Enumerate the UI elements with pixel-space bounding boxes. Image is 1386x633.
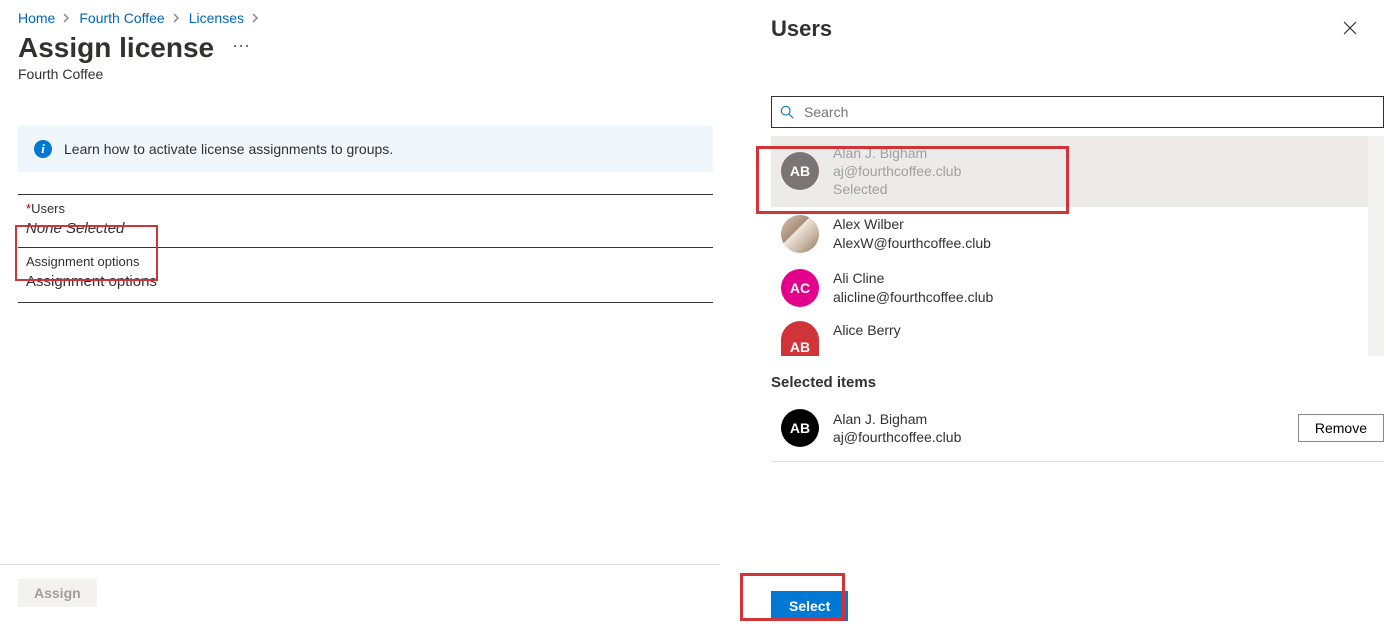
user-info: Ali Cline alicline@fourthcoffee.club	[833, 269, 993, 305]
close-button[interactable]	[1338, 16, 1362, 40]
search-icon	[780, 105, 794, 119]
avatar	[781, 215, 819, 253]
assignment-options-label: Assignment options	[26, 254, 705, 269]
info-icon: i	[34, 140, 52, 158]
user-row[interactable]: AB Alan J. Bigham aj@fourthcoffee.club S…	[771, 136, 1368, 207]
scroll-up-button[interactable]: ▲	[1368, 136, 1384, 152]
scroll-down-button[interactable]: ▼	[1368, 340, 1384, 356]
form-fields: *Users None Selected Assignment options …	[18, 194, 713, 303]
user-name: Alan J. Bigham	[833, 144, 961, 162]
user-name: Alice Berry	[833, 321, 901, 339]
avatar: AB	[781, 321, 819, 356]
users-field-label: *Users	[26, 201, 705, 216]
users-field[interactable]: *Users None Selected	[18, 194, 713, 248]
footer-bar: Assign	[0, 564, 720, 607]
user-name: Alex Wilber	[833, 215, 991, 233]
panel-header: Users	[771, 16, 1362, 42]
user-info: Alice Berry	[833, 321, 901, 339]
page-subtitle: Fourth Coffee	[18, 66, 720, 82]
selected-item-row: AB Alan J. Bigham aj@fourthcoffee.club R…	[771, 401, 1384, 461]
info-banner-text: Learn how to activate license assignment…	[64, 141, 393, 157]
breadcrumb: Home Fourth Coffee Licenses	[18, 10, 720, 26]
user-row[interactable]: AB Alice Berry	[771, 315, 1368, 356]
chevron-right-icon	[63, 13, 71, 23]
scrollbar-thumb[interactable]	[1371, 154, 1384, 190]
search-input[interactable]	[802, 98, 1375, 126]
panel-footer: Select	[771, 591, 848, 621]
user-selected-label: Selected	[833, 180, 961, 198]
page-title: Assign license	[18, 32, 214, 64]
user-name: Alan J. Bigham	[833, 410, 1298, 428]
user-info: Alan J. Bigham aj@fourthcoffee.club Sele…	[833, 144, 961, 199]
user-email: aj@fourthcoffee.club	[833, 162, 961, 180]
user-info: Alan J. Bigham aj@fourthcoffee.club	[833, 410, 1298, 446]
user-name: Ali Cline	[833, 269, 993, 287]
user-email: AlexW@fourthcoffee.club	[833, 234, 991, 252]
users-field-value: None Selected	[26, 220, 705, 237]
chevron-right-icon	[252, 13, 260, 23]
remove-button[interactable]: Remove	[1298, 414, 1384, 442]
assignment-options-field[interactable]: Assignment options Assignment options	[18, 248, 713, 303]
users-panel: Users ▲ ▼ AB Alan J. Bigham aj@fourthcof…	[746, 0, 1386, 633]
breadcrumb-tenant[interactable]: Fourth Coffee	[79, 10, 164, 26]
assign-button[interactable]: Assign	[18, 579, 97, 607]
user-row[interactable]: AC Ali Cline alicline@fourthcoffee.club	[771, 261, 1368, 315]
assignment-options-value: Assignment options	[26, 273, 705, 290]
selected-items-title: Selected items	[771, 374, 1362, 391]
avatar: AC	[781, 269, 819, 307]
more-actions-button[interactable]: ···	[232, 36, 250, 60]
user-info: Alex Wilber AlexW@fourthcoffee.club	[833, 215, 991, 251]
breadcrumb-licenses[interactable]: Licenses	[189, 10, 244, 26]
select-button[interactable]: Select	[771, 591, 848, 621]
breadcrumb-home[interactable]: Home	[18, 10, 55, 26]
close-icon	[1342, 20, 1358, 36]
chevron-right-icon	[173, 13, 181, 23]
search-box[interactable]	[771, 96, 1384, 128]
user-list: ▲ ▼ AB Alan J. Bigham aj@fourthcoffee.cl…	[771, 136, 1384, 356]
info-banner[interactable]: i Learn how to activate license assignme…	[18, 126, 713, 172]
user-email: aj@fourthcoffee.club	[833, 428, 1298, 446]
user-row[interactable]: Alex Wilber AlexW@fourthcoffee.club	[771, 207, 1368, 261]
avatar: AB	[781, 152, 819, 190]
selected-items-list: AB Alan J. Bigham aj@fourthcoffee.club R…	[771, 401, 1384, 462]
user-email: alicline@fourthcoffee.club	[833, 288, 993, 306]
panel-title: Users	[771, 16, 832, 42]
main-content: Home Fourth Coffee Licenses Assign licen…	[0, 0, 720, 633]
avatar: AB	[781, 409, 819, 447]
page-header: Assign license ···	[18, 32, 720, 64]
